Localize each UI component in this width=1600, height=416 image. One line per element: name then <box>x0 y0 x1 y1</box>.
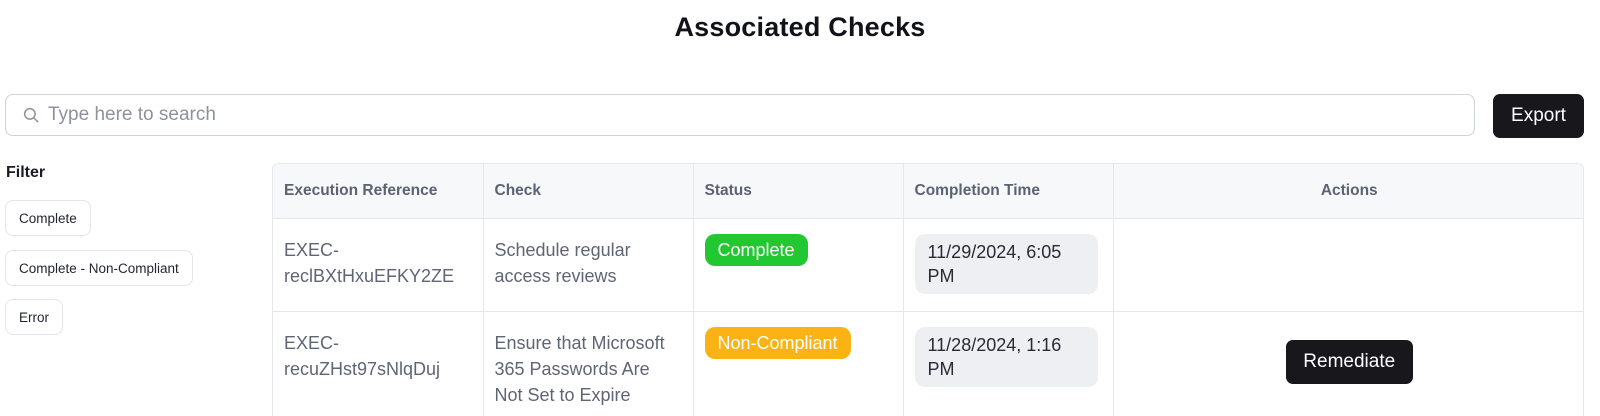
column-header-completion-time[interactable]: Completion Time <box>903 164 1114 219</box>
search-box[interactable] <box>5 94 1475 136</box>
export-button[interactable]: Export <box>1493 94 1584 138</box>
status-badge: Complete <box>704 233 808 266</box>
column-header-execution-reference[interactable]: Execution Reference <box>273 164 484 219</box>
filter-chip-complete[interactable]: Complete <box>5 200 91 236</box>
status-cell: Complete <box>693 218 904 312</box>
associated-checks-page: Associated Checks Export Filter Complete… <box>0 0 1600 416</box>
column-header-status[interactable]: Status <box>693 164 904 219</box>
completion-time-pill: 11/29/2024, 6:05 PM <box>914 233 1098 294</box>
filter-chip-error[interactable]: Error <box>5 299 63 335</box>
table-header-row: Execution Reference Check Status Complet… <box>273 164 1583 219</box>
search-icon <box>23 107 39 123</box>
completion-time-cell: 11/29/2024, 6:05 PM <box>903 218 1114 312</box>
check-cell: Schedule regular access reviews <box>483 218 694 312</box>
page-title: Associated Checks <box>674 12 926 42</box>
remediate-button[interactable]: Remediate <box>1285 339 1413 384</box>
status-badge: Non-Compliant <box>704 326 851 359</box>
check-cell: Ensure that Microsoft 365 Passwords Are … <box>483 311 694 416</box>
status-cell: Non-Compliant <box>693 311 904 416</box>
completion-time-cell: 11/28/2024, 1:16 PM <box>903 311 1114 416</box>
execution-reference-cell: EXEC-recuZHst97sNlqDuj <box>273 311 484 416</box>
table-row[interactable]: EXEC-recuZHst97sNlqDuj Ensure that Micro… <box>273 311 1583 416</box>
completion-time-pill: 11/28/2024, 1:16 PM <box>914 326 1098 387</box>
filter-chip-complete-non-compliant[interactable]: Complete - Non-Compliant <box>5 250 193 286</box>
column-header-actions: Actions <box>1113 164 1583 219</box>
execution-reference-cell: EXEC-reclBXtHxuEFKY2ZE <box>273 218 484 312</box>
filter-label: Filter <box>6 164 46 181</box>
column-header-check[interactable]: Check <box>483 164 694 219</box>
actions-cell <box>1113 218 1583 312</box>
checks-table: Execution Reference Check Status Complet… <box>272 163 1584 416</box>
actions-cell: Remediate <box>1113 311 1583 416</box>
table-row[interactable]: EXEC-reclBXtHxuEFKY2ZE Schedule regular … <box>273 218 1583 312</box>
search-input[interactable] <box>48 104 1448 126</box>
